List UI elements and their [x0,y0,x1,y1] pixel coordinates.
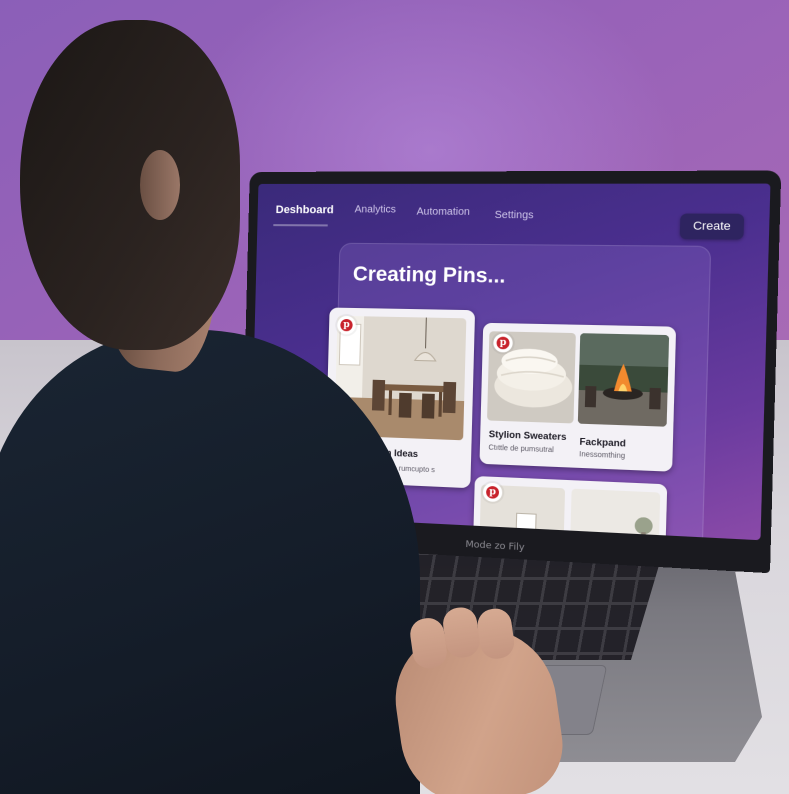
card-subtitle: Inessomthing [579,451,626,461]
pinterest-icon: p [482,482,503,503]
person-ear [140,150,180,220]
tab-automation[interactable]: Automation [416,206,470,218]
person-head [20,20,240,350]
top-nav: Deshboard Analytics Automation Settings … [257,184,770,240]
living-room-image-2 [569,488,661,541]
tab-analytics[interactable]: Analytics [354,204,396,215]
fire-pit-image [577,333,670,427]
pinterest-icon: p [337,315,356,335]
tab-dashboard[interactable]: Deshboard [276,204,334,216]
active-tab-underline [273,224,328,227]
pin-card-sweaters[interactable]: p Stylion Sweaters Ctıttle de pumsutral … [479,322,677,472]
card-title: Fackpand [579,436,627,449]
panel-title: Creating Pins... [352,263,506,288]
create-button[interactable]: Create [679,213,745,240]
tab-settings[interactable]: Settings [495,210,534,222]
card-subtitle: Ctıttle de pumsutral [488,444,554,455]
fire-pit-illustration [577,333,670,427]
card-title: Stylion Sweaters [488,428,567,443]
pin-card-living[interactable]: p [472,475,668,541]
living-room-illustration-2 [569,488,661,541]
pinterest-icon: p [493,333,513,353]
photo-scene: Deshboard Analytics Automation Settings … [0,0,789,794]
